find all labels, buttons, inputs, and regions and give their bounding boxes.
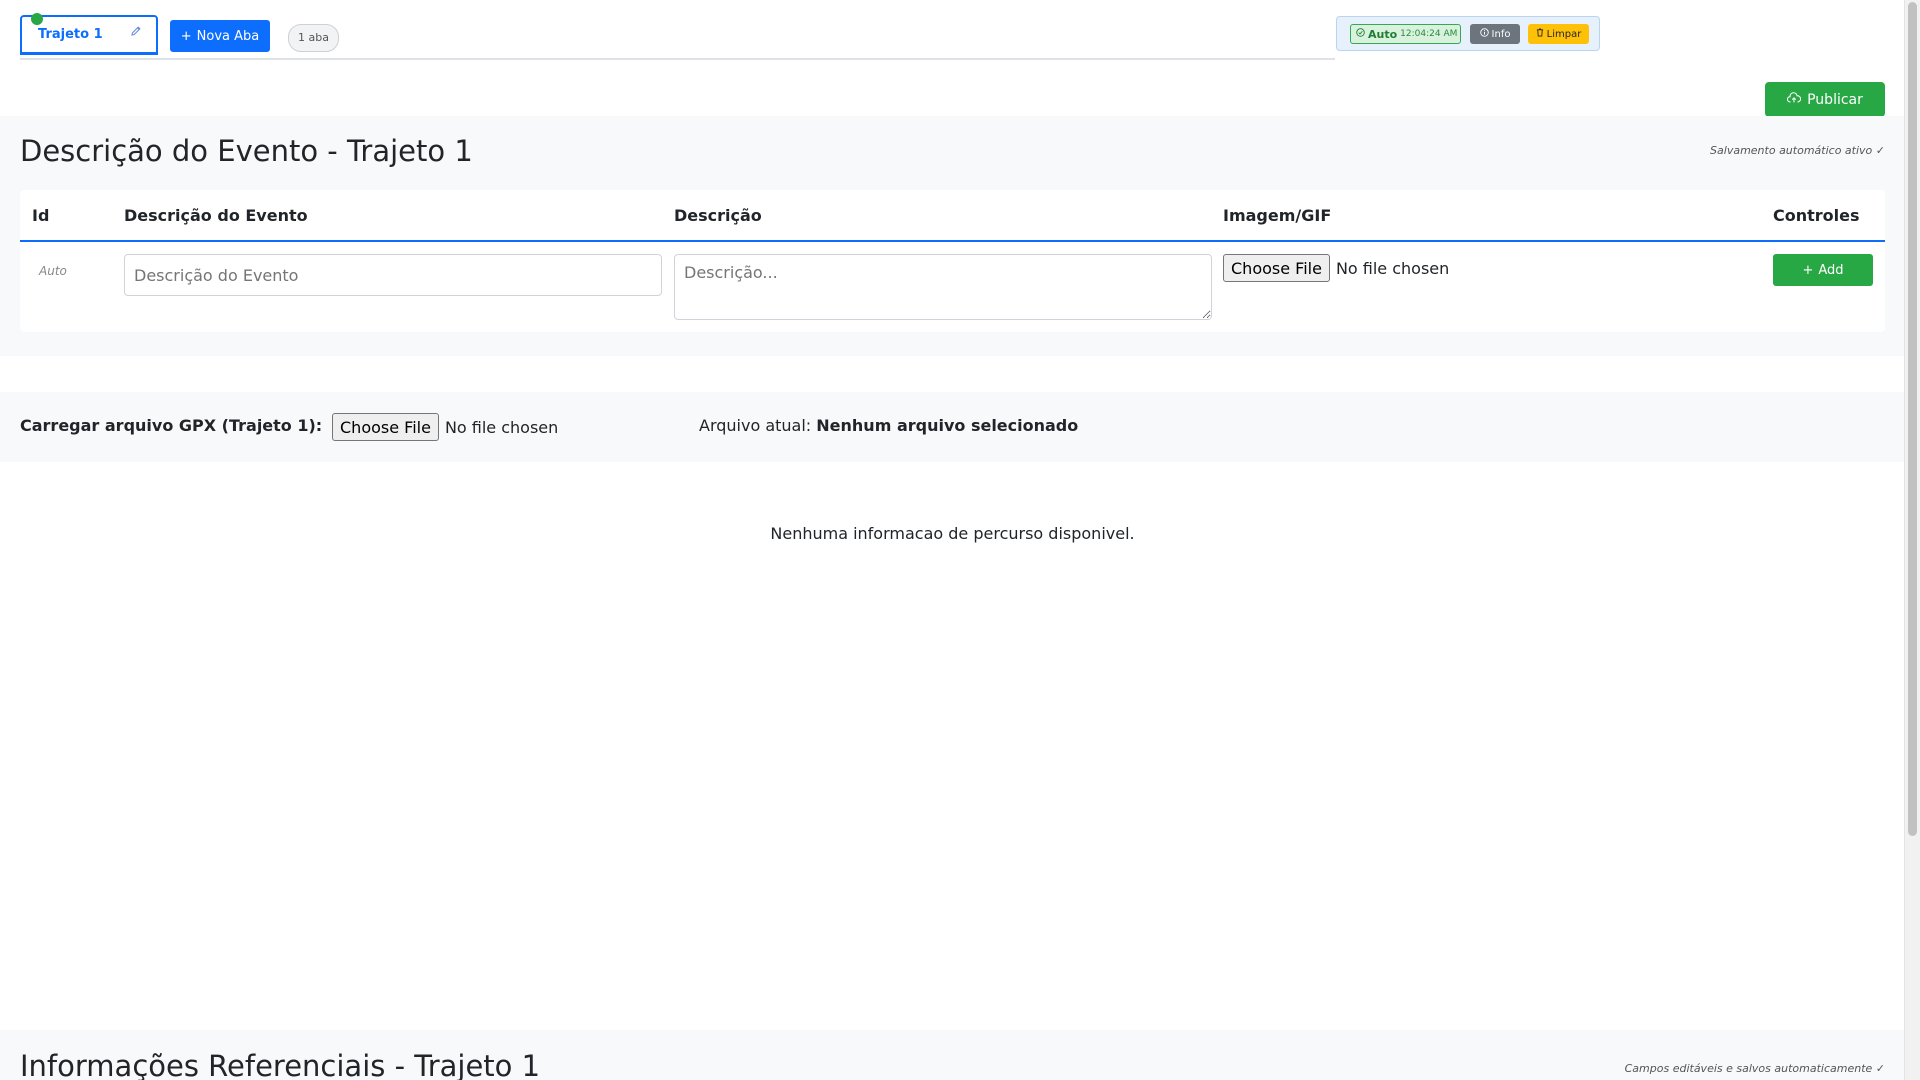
reference-autosave-note: Campos editáveis e salvos automaticament… (1624, 1062, 1885, 1075)
tab-count-badge: 1 aba (288, 24, 339, 52)
section-title: Descrição do Evento - Trajeto 1 (20, 134, 473, 168)
saved-status-dot (31, 13, 43, 25)
info-icon (1479, 28, 1489, 40)
page: Trajeto 1 + Nova Aba 1 aba Auto 12:04:24… (0, 0, 1905, 1080)
gpx-file-input: Choose File No file chosen (332, 413, 558, 441)
column-header-controls: Controles (1773, 206, 1860, 225)
tab-trajeto-1[interactable]: Trajeto 1 (20, 13, 158, 55)
column-header-description: Descrição (674, 206, 762, 225)
row-id-auto: Auto (39, 264, 67, 278)
image-file-input: Choose File No file chosen (1223, 254, 1449, 282)
tab-bar-divider (20, 58, 1335, 60)
check-circle-icon (1356, 28, 1365, 40)
autosave-status-panel: Auto 12:04:24 AM Info Limpar (1336, 16, 1600, 51)
tab-label: Trajeto 1 (38, 27, 103, 42)
gpx-file-status: No file chosen (444, 417, 559, 437)
description-textarea[interactable] (674, 254, 1212, 320)
trash-icon (1536, 28, 1544, 40)
event-description-section: Descrição do Evento - Trajeto 1 Salvamen… (0, 116, 1905, 356)
pencil-icon[interactable] (130, 25, 142, 41)
choose-gpx-button[interactable]: Choose File (332, 413, 439, 441)
column-header-id: Id (32, 206, 50, 225)
new-tab-label: Nova Aba (196, 28, 260, 44)
no-route-message: Nenhuma informacao de percurso disponive… (770, 524, 1135, 543)
table-header-rule (20, 240, 1885, 242)
plus-icon: + (1802, 262, 1814, 278)
publish-label: Publicar (1807, 91, 1863, 108)
current-file-label: Arquivo atual: (699, 416, 812, 435)
current-file-info: Arquivo atual: Nenhum arquivo selecionad… (699, 416, 1078, 435)
gpx-upload-label: Carregar arquivo GPX (Trajeto 1): (20, 416, 323, 435)
autosave-time: 12:04:24 AM (1400, 29, 1458, 39)
publish-button[interactable]: Publicar (1765, 82, 1885, 117)
column-header-event-description: Descrição do Evento (124, 206, 308, 225)
column-header-image: Imagem/GIF (1223, 206, 1332, 225)
new-tab-button[interactable]: + Nova Aba (170, 20, 270, 52)
image-file-status: No file chosen (1335, 258, 1450, 278)
gpx-upload-section: Carregar arquivo GPX (Trajeto 1): Choose… (0, 392, 1905, 462)
event-description-input[interactable] (124, 254, 662, 296)
info-label: Info (1491, 28, 1511, 40)
add-event-button[interactable]: + Add (1773, 254, 1873, 286)
autosave-label: Auto (1368, 27, 1398, 41)
current-file-value: Nenhum arquivo selecionado (816, 416, 1079, 435)
scrollbar-thumb[interactable] (1908, 2, 1917, 836)
event-table: Id Descrição do Evento Descrição Imagem/… (20, 190, 1885, 332)
clear-label: Limpar (1546, 28, 1582, 40)
plus-icon: + (180, 28, 192, 44)
autosave-badge: Auto 12:04:24 AM (1350, 24, 1461, 44)
page-scrollbar[interactable] (1904, 0, 1920, 1080)
clear-button[interactable]: Limpar (1528, 24, 1589, 44)
autosave-note: Salvamento automático ativo ✓ (1710, 144, 1885, 157)
cloud-upload-icon (1787, 91, 1802, 108)
info-button[interactable]: Info (1470, 24, 1520, 44)
reference-section-title: Informações Referenciais - Trajeto 1 (20, 1049, 541, 1080)
choose-image-button[interactable]: Choose File (1223, 254, 1330, 282)
reference-info-section: Informações Referenciais - Trajeto 1 Cam… (0, 1030, 1905, 1080)
add-label: Add (1818, 262, 1844, 278)
